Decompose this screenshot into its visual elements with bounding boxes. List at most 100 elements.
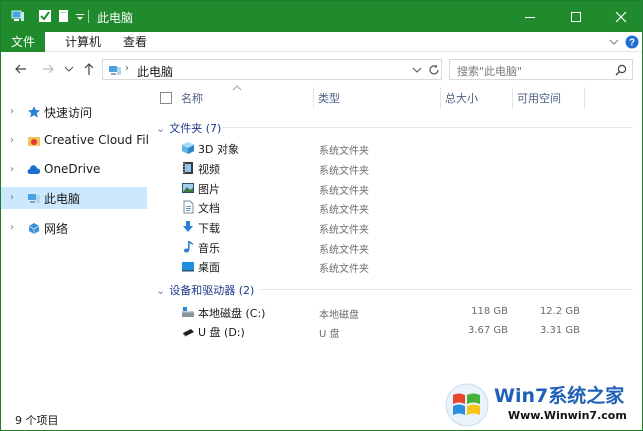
up-button[interactable] xyxy=(81,61,97,77)
nav-label: 快速访问 xyxy=(44,106,93,120)
group-header-drives[interactable]: ⌄ 设备和驱动器 (2) xyxy=(156,282,254,298)
item-free-space: 12.2 GB xyxy=(539,306,580,317)
nav-label: 此电脑 xyxy=(44,192,81,206)
search-input[interactable]: 搜索"此电脑" xyxy=(457,63,522,79)
item-name: 文档 xyxy=(198,202,220,215)
column-divider[interactable] xyxy=(584,87,585,109)
music-icon xyxy=(183,241,193,253)
title-separator xyxy=(88,10,89,23)
item-total-size: 3.67 GB xyxy=(467,325,508,336)
nav-item-quick-access[interactable]: › 快速访问 xyxy=(1,101,147,123)
list-item[interactable]: 桌面 系统文件夹 xyxy=(148,256,642,276)
customize-toolbar-icon[interactable] xyxy=(73,9,87,23)
watermark-url: Www.Winwin7.com xyxy=(508,409,627,422)
chevron-right-icon[interactable]: › xyxy=(10,192,14,203)
list-item[interactable]: 文档 系统文件夹 xyxy=(148,197,642,217)
list-item[interactable]: 视频 系统文件夹 xyxy=(148,158,642,178)
refresh-icon[interactable] xyxy=(427,63,441,77)
breadcrumb[interactable]: 此电脑 xyxy=(137,63,173,80)
item-count: 9 个项目 xyxy=(15,414,59,427)
nav-label: Creative Cloud Files xyxy=(44,133,163,147)
cloud-icon xyxy=(27,165,41,174)
item-type: 系统文件夹 xyxy=(319,205,369,216)
computer-icon xyxy=(28,194,40,203)
item-name: 3D 对象 xyxy=(198,143,239,156)
navigation-pane: › 快速访问 › Creative Cloud Files › OneDrive… xyxy=(1,85,163,407)
star-icon xyxy=(28,106,40,118)
address-bar[interactable]: › 此电脑 xyxy=(102,59,442,80)
arrow-right-icon xyxy=(43,64,54,74)
item-name: 音乐 xyxy=(198,242,220,255)
column-divider[interactable] xyxy=(313,87,314,109)
window-title: 此电脑 xyxy=(97,11,134,25)
group-label: 设备和驱动器 (2) xyxy=(169,284,255,297)
chevron-down-icon xyxy=(64,66,74,72)
nav-label: 网络 xyxy=(44,222,69,236)
column-header-name[interactable]: 名称 xyxy=(181,90,203,106)
nav-item-creative-cloud-files[interactable]: › Creative Cloud Files xyxy=(1,130,163,152)
minimize-button[interactable] xyxy=(507,1,553,32)
hard-drive-icon xyxy=(182,307,194,317)
minimize-icon xyxy=(525,16,535,18)
item-type: 系统文件夹 xyxy=(319,245,369,256)
title-bar[interactable]: 此电脑 xyxy=(1,1,642,32)
column-header-type[interactable]: 类型 xyxy=(318,90,340,106)
group-divider xyxy=(260,289,633,290)
address-row: › 此电脑 搜索"此电脑" xyxy=(1,53,642,85)
item-name: 下载 xyxy=(198,222,220,235)
select-all-checkbox[interactable] xyxy=(160,92,172,104)
list-item[interactable]: 音乐 系统文件夹 xyxy=(148,237,642,257)
column-divider[interactable] xyxy=(512,87,513,109)
group-header-folders[interactable]: ⌄ 文件夹 (7) xyxy=(156,120,221,136)
tab-computer[interactable]: 计算机 xyxy=(57,32,109,52)
item-name: 视频 xyxy=(198,163,220,176)
new-folder-icon[interactable] xyxy=(57,9,71,23)
ribbon-tabs: 文件 计算机 查看 ? xyxy=(1,32,642,52)
list-item[interactable]: 图片 系统文件夹 xyxy=(148,178,642,198)
computer-icon xyxy=(11,10,24,21)
nav-item-this-pc[interactable]: › 此电脑 xyxy=(1,187,147,209)
column-divider[interactable] xyxy=(440,87,441,109)
item-type: 系统文件夹 xyxy=(319,166,369,177)
item-name: 本地磁盘 (C:) xyxy=(198,307,266,320)
item-type: 系统文件夹 xyxy=(319,186,369,197)
list-item[interactable]: 本地磁盘 (C:) 本地磁盘 118 GB 12.2 GB xyxy=(148,302,642,322)
maximize-button[interactable] xyxy=(553,1,599,32)
item-type: 系统文件夹 xyxy=(319,146,369,157)
creative-cloud-icon xyxy=(28,137,40,146)
item-type: 系统文件夹 xyxy=(319,225,369,236)
back-button[interactable] xyxy=(13,61,29,77)
arrow-left-icon xyxy=(15,64,26,74)
chevron-right-icon[interactable]: › xyxy=(10,222,14,233)
properties-icon[interactable] xyxy=(38,9,52,23)
windows-logo-icon xyxy=(445,383,489,427)
search-box[interactable]: 搜索"此电脑" xyxy=(449,59,633,80)
column-header-free-space[interactable]: 可用空间 xyxy=(517,90,561,106)
chevron-right-icon[interactable]: › xyxy=(10,135,14,146)
search-icon[interactable] xyxy=(614,63,628,77)
chevron-down-icon[interactable]: ⌄ xyxy=(156,122,165,135)
chevron-down-icon[interactable] xyxy=(412,65,422,75)
watermark: Win7系统之家 Www.Winwin7.com xyxy=(444,379,640,429)
nav-item-onedrive[interactable]: › OneDrive xyxy=(1,159,147,181)
pictures-icon xyxy=(182,183,194,193)
list-item[interactable]: 下载 系统文件夹 xyxy=(148,217,642,237)
tab-view[interactable]: 查看 xyxy=(115,32,155,52)
chevron-right-icon[interactable]: › xyxy=(10,106,14,117)
chevron-right-icon[interactable]: › xyxy=(10,164,14,175)
tab-file[interactable]: 文件 xyxy=(1,32,45,52)
forward-button[interactable] xyxy=(40,61,56,77)
item-name: 桌面 xyxy=(198,261,220,274)
help-icon[interactable]: ? xyxy=(625,35,639,49)
item-type: 本地磁盘 xyxy=(319,310,359,321)
desktop-icon xyxy=(182,262,194,272)
column-header-total-size[interactable]: 总大小 xyxy=(445,90,478,106)
list-item[interactable]: U 盘 (D:) U 盘 3.67 GB 3.31 GB xyxy=(148,321,642,341)
close-button[interactable] xyxy=(598,1,643,32)
video-icon xyxy=(183,162,193,174)
expand-ribbon-icon[interactable] xyxy=(607,35,621,49)
nav-item-network[interactable]: › 网络 xyxy=(1,217,147,239)
chevron-down-icon[interactable]: ⌄ xyxy=(156,284,165,297)
list-item[interactable]: 3D 对象 系统文件夹 xyxy=(148,138,642,158)
recent-locations-button[interactable] xyxy=(63,61,75,77)
